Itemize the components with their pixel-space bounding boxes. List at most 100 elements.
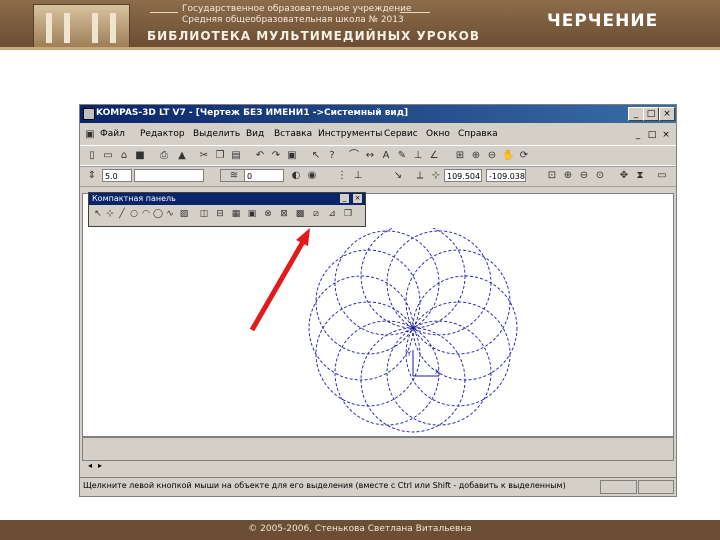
properties-bar [82,437,674,461]
window-titlebar[interactable]: KOMPAS-3D LT V7 - [Чертеж БЕЗ ИМЕНИ1 ->С… [80,105,676,123]
compact-panel-titlebar[interactable]: Компактная панель _ × [89,193,365,205]
zoom-in-icon[interactable]: ⊕ [470,150,482,162]
cp-edit-icon[interactable]: ▣ [247,209,257,220]
cp-select-icon[interactable]: ↖ [93,209,103,220]
app-icon [83,108,95,120]
save-icon[interactable]: ■ [134,150,146,162]
cp-select-group-icon[interactable]: ▩ [295,209,305,220]
doc-minimize-button[interactable]: _ [632,130,644,141]
menu-insert[interactable]: Вставка [274,129,312,139]
cp-point-icon[interactable]: ⊹ [105,209,115,220]
ortho-icon[interactable]: ⊥ [352,170,364,182]
cp-symbols-icon[interactable]: ▦ [231,209,241,220]
subject-title: ЧЕРЧЕНИЕ [547,11,659,31]
cp-measure-icon[interactable]: ⊠ [279,209,289,220]
pan-2-icon[interactable]: ✥ [618,170,630,182]
cut-icon[interactable]: ✂ [198,150,210,162]
menu-window[interactable]: Окно [426,129,450,139]
open-icon[interactable]: ⌂ [118,150,130,162]
coord-x-field[interactable]: 109.504 [444,169,482,182]
menu-help[interactable]: Справка [458,129,498,139]
cp-arc-icon[interactable]: ◠ [141,209,151,220]
dimension-icon[interactable]: ↔ [364,150,376,162]
measure-icon[interactable]: ∠ [428,150,440,162]
scale-field[interactable]: 5.0 [102,169,132,182]
text-icon[interactable]: A [380,150,392,162]
help-pointer-icon[interactable]: ? [326,150,338,162]
paste-icon[interactable]: ▤ [230,150,242,162]
cp-hatch-icon[interactable]: ▨ [179,209,189,220]
header-decor-line-left [150,12,178,13]
library-title: БИБЛИОТЕКА МУЛЬТИМЕДИЙНЫХ УРОКОВ [147,29,480,43]
undo-icon[interactable]: ↶ [254,150,266,162]
layers-icon[interactable]: ≋ [228,170,240,182]
document-icon: ▣ [85,129,95,140]
standard-toolbar: ▯ ▭ ⌂ ■ ⎙ ▲ ✂ ❐ ▤ ↶ ↷ ▣ ↖ ? ⌒ ↔ A ✎ ⊥ ∠ … [80,145,676,167]
coord-marker-icon: ⊹ [431,170,441,181]
zoom-in-2-icon[interactable]: ⊕ [562,170,574,182]
zoom-out-icon[interactable]: ⊖ [486,150,498,162]
compact-panel-minimize[interactable]: _ [340,194,349,203]
redo-icon[interactable]: ↷ [270,150,282,162]
cp-fragment-icon[interactable]: ⧄ [311,209,321,220]
scroll-left-icon[interactable]: ◂ [88,461,92,470]
grid-icon[interactable]: ⋮ [336,170,348,182]
open-folder-icon[interactable]: ▭ [102,150,114,162]
coord-y-field[interactable]: -109.038 [486,169,526,182]
menu-select[interactable]: Выделить [193,129,240,139]
pointer-icon[interactable]: ↖ [310,150,322,162]
zoom-frame-icon[interactable]: ⊞ [454,150,466,162]
menu-bar: ▣ Файл Редактор Выделить Вид Вставка Инс… [80,127,676,143]
cp-ellipse-icon[interactable]: ◯ [153,209,163,220]
menu-editor[interactable]: Редактор [140,129,185,139]
compact-panel-title: Компактная панель [92,194,176,203]
menu-file[interactable]: Файл [100,129,125,139]
param-icon[interactable]: ⊥ [412,150,424,162]
cp-param-icon[interactable]: ⊗ [263,209,273,220]
zoom-out-2-icon[interactable]: ⊖ [578,170,590,182]
menu-view[interactable]: Вид [246,129,264,139]
scroll-right-icon[interactable]: ▸ [98,461,102,470]
style-field[interactable] [134,169,204,182]
compact-panel-close[interactable]: × [353,194,362,203]
properties-icon[interactable]: ▣ [286,150,298,162]
pan-icon[interactable]: ✋ [502,150,514,162]
refresh-icon[interactable]: ⟳ [518,150,530,162]
layer-field[interactable]: 0 [244,169,284,182]
cp-geometry-icon[interactable]: ◫ [199,209,209,220]
cp-circle-icon[interactable]: ○ [129,209,139,220]
local-cs-icon[interactable]: ⟂ [414,170,426,182]
x-axis-label: X [435,368,440,376]
print-icon[interactable]: ⎙ [158,150,170,162]
horizontal-scrollbar[interactable]: ◂ ▸ [82,461,672,473]
cp-report-icon[interactable]: ❒ [343,209,353,220]
snap-icon[interactable]: ◐ [290,170,302,182]
doc-close-button[interactable]: × [660,130,672,141]
presentation-footer: © 2005-2006, Стенькова Светлана Витальев… [0,520,720,540]
edit-icon[interactable]: ✎ [396,150,408,162]
doc-restore-button[interactable]: □ [646,130,658,141]
cp-line-icon[interactable]: ╱ [117,209,127,220]
fit-icon[interactable]: ▭ [656,170,668,182]
compact-panel: Компактная панель _ × ↖ ⊹ ╱ ○ ◠ ◯ ∿ ▨ ◫ … [88,192,366,227]
cursor-coord-icon: ↘ [393,170,403,181]
minimize-button[interactable]: _ [628,107,644,121]
cp-spec-icon[interactable]: ⊿ [327,209,337,220]
geometry-icon[interactable]: ⌒ [348,150,360,162]
maximize-button[interactable]: □ [643,107,659,121]
copy-icon[interactable]: ❐ [214,150,226,162]
preview-icon[interactable]: ▲ [176,150,188,162]
zoom-all-icon[interactable]: ⊙ [594,170,606,182]
cp-dimensions-icon[interactable]: ⊟ [215,209,225,220]
menu-service[interactable]: Сервис [384,129,418,139]
filter-icon[interactable]: ◉ [306,170,318,182]
new-document-icon[interactable]: ▯ [86,150,98,162]
current-state-toolbar: ⇕ 5.0 ≋ 0 ◐ ◉ ⋮ ⊥ ↘ ⟂ ⊹ 109.504 -109.038… [80,165,676,187]
regenerate-icon[interactable]: ⧗ [634,170,646,182]
menu-tools[interactable]: Инструменты [318,129,382,139]
cp-spline-icon[interactable]: ∿ [165,209,175,220]
close-button[interactable]: × [659,107,675,121]
header-divider [0,47,720,50]
copyright-text: © 2005-2006, Стенькова Светлана Витальев… [248,524,472,534]
zoom-window-icon[interactable]: ⊡ [546,170,558,182]
